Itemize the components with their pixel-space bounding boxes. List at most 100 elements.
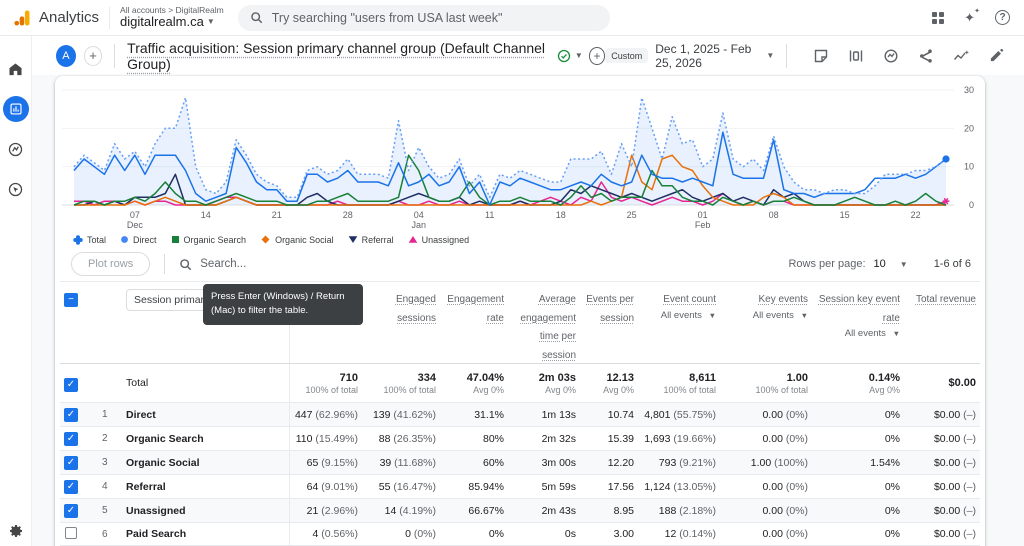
admin-gear-icon[interactable] [3, 518, 29, 544]
metric-cell: 80% [482, 432, 504, 445]
metric-cell: 88 (26.35%) [378, 432, 436, 445]
select-all-checkbox[interactable]: − [64, 293, 78, 307]
channel-name: Organic Social [122, 451, 290, 474]
metric-cell: $0.00 (–) [933, 456, 976, 469]
report-title[interactable]: Traffic acquisition: Session primary cha… [127, 40, 549, 72]
table-search-placeholder: Search... [200, 258, 247, 270]
metric-cell: 0% [488, 528, 504, 540]
metric-cell: 1m 13s [541, 408, 576, 421]
add-collection-button[interactable]: + [83, 45, 103, 66]
metric-cell: 0% [884, 528, 900, 540]
column-header[interactable]: Total revenue [916, 294, 976, 305]
chevron-down-icon[interactable]: ▼ [575, 51, 583, 60]
channel-name: Referral [122, 475, 290, 498]
legend-item-organic-social[interactable]: Organic Social [260, 234, 334, 245]
column-header[interactable]: Average engagement time per session [520, 294, 576, 361]
table-search-input[interactable]: Search... [179, 258, 246, 271]
chevron-down-icon: ▼ [899, 259, 908, 269]
metric-cell: 1,124 (13.05%) [644, 480, 716, 493]
row-checkbox[interactable]: ✓ [64, 455, 78, 470]
reports-icon[interactable] [2, 96, 29, 122]
metric-cell: 31.1% [474, 408, 504, 421]
row-checkbox[interactable]: ✓ [64, 378, 78, 392]
row-index: 1 [102, 409, 108, 420]
metric-cell: 55 (16.47%) [378, 480, 436, 493]
svg-text:21: 21 [272, 210, 282, 220]
metric-cell: 1.54% [870, 456, 900, 469]
compare-icon[interactable] [848, 48, 864, 64]
svg-text:07: 07 [130, 210, 140, 220]
report-card: 0 10 20 30 07 Dec 14 21 28 04 Jan 11 18 25 01 Feb 08 15 22… [55, 76, 985, 546]
legend-item-direct[interactable]: Direct [120, 235, 157, 245]
row-checkbox[interactable]: ✓ [64, 479, 78, 494]
table-row[interactable]: ✓ 3 Organic Social 65 (9.15%) 39 (11.68%) 60%… [60, 450, 980, 474]
legend-item-referral[interactable]: Referral [348, 235, 394, 245]
help-icon[interactable]: ? [995, 10, 1010, 25]
legend-label: Total [87, 234, 107, 245]
table-row[interactable]: 6 Paid Search 4 (0.56%) 0 (0%) 0% 0s 3.00 12 (0… [60, 522, 980, 546]
report-header: A + Traffic acquisition: Session primary… [32, 36, 1024, 75]
row-checkbox[interactable] [65, 526, 77, 539]
channel-name: Direct [122, 403, 290, 426]
date-range-picker[interactable]: Dec 1, 2025 - Feb 25, 2026 ▼ [655, 42, 774, 70]
column-filter[interactable]: All events ▼ [724, 310, 808, 321]
home-icon[interactable] [3, 56, 29, 82]
legend-item-total[interactable]: Total [73, 235, 106, 245]
row-checkbox[interactable]: ✓ [64, 431, 78, 446]
table-controls: Plot rows Search... Rows per page: 10 ▼ … [55, 247, 985, 281]
column-filter[interactable]: All events ▼ [642, 310, 716, 321]
column-header[interactable]: Engagement rate [447, 294, 504, 324]
search-icon [179, 258, 192, 271]
edit-pencil-icon[interactable] [989, 48, 1004, 63]
column-header[interactable]: Events per session [586, 294, 634, 324]
svg-text:08: 08 [769, 210, 779, 220]
metric-cell: 3.00 [613, 528, 634, 540]
svg-text:04: 04 [414, 210, 424, 220]
column-header[interactable]: Session key event rate [819, 294, 900, 324]
rows-per-page-select[interactable]: 10 ▼ [874, 258, 908, 270]
advertising-icon[interactable] [3, 176, 29, 202]
metric-cell: 14 (4.19%) [384, 504, 436, 517]
global-search-input[interactable]: Try searching "users from USA last week" [237, 4, 610, 31]
column-header[interactable]: Event count [663, 294, 716, 305]
table-row[interactable]: ✓ 4 Referral 64 (9.01%) 55 (16.47%) 85.94% 5m … [60, 474, 980, 498]
main-content: A + Traffic acquisition: Session primary… [32, 36, 1024, 546]
row-checkbox[interactable]: ✓ [64, 503, 78, 518]
table-row[interactable]: ✓ 1 Direct 447 (62.96%) 139 (41.62%) 31.1% 1m … [60, 402, 980, 426]
svg-text:22: 22 [911, 210, 921, 220]
svg-text:11: 11 [485, 210, 494, 220]
metric-cell: 0.00 (0%) [762, 432, 808, 445]
search-icon [250, 11, 263, 24]
metric-cell: 0.00 (0%) [762, 504, 808, 517]
metric-cell: 0.00 (0%) [762, 480, 808, 493]
chevron-down-icon: ▼ [766, 51, 775, 60]
column-filter[interactable]: All events ▼ [816, 328, 900, 339]
column-header[interactable]: Engaged sessions [396, 294, 436, 324]
apps-grid-icon[interactable] [932, 11, 945, 24]
share-icon[interactable] [918, 48, 934, 64]
data-table: Press Enter (Windows) / Return (Mac) to … [55, 281, 985, 546]
column-header[interactable]: Key events [759, 294, 808, 305]
sparkline-insights-icon[interactable] [953, 48, 970, 64]
svg-text:20: 20 [964, 123, 974, 133]
checkmark-circle-icon[interactable] [557, 49, 571, 63]
notes-icon[interactable] [813, 48, 829, 64]
metric-cell: 0s [564, 528, 576, 540]
legend-item-unassigned[interactable]: Unassigned [408, 235, 469, 245]
analytics-logo-icon[interactable] [12, 8, 32, 28]
legend-item-organic-search[interactable]: Organic Search [171, 235, 246, 245]
metric-cell: 85.94% [468, 480, 504, 493]
svg-text:0: 0 [969, 200, 974, 210]
table-row[interactable]: ✓ 2 Organic Search 110 (15.49%) 88 (26.35%) 8… [60, 426, 980, 450]
account-switcher[interactable]: All accounts > DigitalRealm digitalrealm… [120, 5, 224, 30]
explore-icon[interactable] [3, 136, 29, 162]
plot-rows-button[interactable]: Plot rows [71, 252, 151, 276]
add-report-button[interactable]: + [588, 46, 606, 65]
ai-sparkle-icon[interactable]: ✦ ✦ [964, 8, 980, 26]
svg-text:28: 28 [343, 210, 353, 220]
row-checkbox[interactable]: ✓ [64, 407, 78, 422]
traffic-line-chart[interactable]: 0 10 20 30 07Dec 14 21 28 04Jan 11 18 25 01Feb 08 15 22 [60, 84, 980, 230]
insights-clock-icon[interactable] [883, 48, 899, 64]
table-row[interactable]: ✓ 5 Unassigned 21 (2.96%) 14 (4.19%) 66.67% 2m… [60, 498, 980, 522]
collection-avatar[interactable]: A [56, 44, 76, 67]
